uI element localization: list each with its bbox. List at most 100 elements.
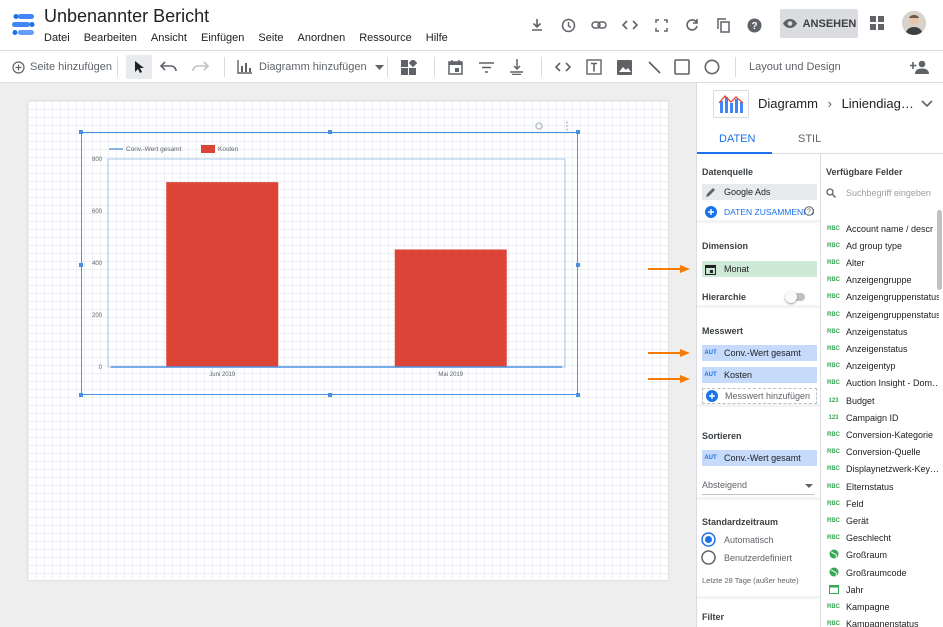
add-chart-button[interactable]: Diagramm hinzufügen — [237, 57, 384, 77]
line-button[interactable] — [648, 57, 661, 77]
breadcrumb-chart: Diagramm — [758, 96, 818, 111]
user-avatar[interactable] — [902, 11, 926, 35]
menu-resource[interactable]: Ressource — [359, 32, 412, 44]
field-list-item[interactable]: RBC Kampagne — [821, 598, 943, 615]
edit-pencil-icon[interactable] — [702, 184, 719, 200]
copy-icon[interactable] — [712, 14, 734, 36]
text-button[interactable] — [586, 57, 602, 77]
chart-settings-icon[interactable] — [534, 121, 544, 131]
dimension-chip[interactable]: Monat — [702, 261, 817, 277]
field-list-item[interactable]: RBC Anzeigengruppenstatus — [821, 306, 943, 323]
field-list-item[interactable]: 123 Budget — [821, 392, 943, 409]
community-visualizations-button[interactable] — [401, 57, 418, 77]
embed-code-icon[interactable] — [619, 14, 641, 36]
chart-type-name[interactable]: Liniendiag… — [842, 96, 914, 111]
metric-chip[interactable]: AUT Conv.-Wert gesamt — [702, 345, 817, 361]
sort-field-chip[interactable]: AUT Conv.-Wert gesamt — [702, 450, 817, 466]
field-list-item[interactable]: RBC Anzeigengruppe — [821, 272, 943, 289]
field-list-scrollbar[interactable] — [937, 210, 942, 290]
resize-handle[interactable] — [328, 130, 332, 134]
add-metric-button[interactable]: Messwert hinzufügen — [702, 388, 817, 404]
field-search[interactable]: Suchbegriff eingeben — [826, 184, 942, 202]
field-list-item[interactable]: 123 Campaign ID — [821, 409, 943, 426]
menu-file[interactable]: Datei — [44, 32, 70, 44]
resize-handle[interactable] — [328, 393, 332, 397]
circle-button[interactable] — [704, 57, 720, 77]
aggregation-badge: AUT — [704, 372, 717, 378]
fullscreen-icon[interactable] — [650, 14, 672, 36]
hierarchy-toggle[interactable] — [785, 291, 805, 303]
menu-page[interactable]: Seite — [258, 32, 283, 44]
resize-handle[interactable] — [576, 130, 580, 134]
resize-handle[interactable] — [576, 393, 580, 397]
chevron-down-icon[interactable] — [921, 100, 933, 108]
more-vert-icon[interactable] — [565, 121, 569, 131]
date-range-button[interactable] — [448, 57, 463, 77]
undo-button[interactable] — [160, 57, 178, 77]
menu-arrange[interactable]: Anordnen — [298, 32, 346, 44]
url-embed-button[interactable] — [555, 57, 571, 77]
field-search-input[interactable]: Suchbegriff eingeben — [846, 188, 931, 198]
redo-button[interactable] — [191, 57, 209, 77]
tab-style[interactable]: STIL — [798, 133, 821, 145]
report-title[interactable]: Unbenannter Bericht — [44, 6, 209, 27]
field-list-item[interactable]: RBC Anzeigenstatus — [821, 323, 943, 340]
help-icon[interactable]: ? — [743, 14, 765, 36]
menu-edit[interactable]: Bearbeiten — [84, 32, 137, 44]
menu-view[interactable]: Ansicht — [151, 32, 187, 44]
help-outline-icon[interactable]: ? — [804, 206, 814, 216]
field-list-item[interactable]: RBC Gerät — [821, 512, 943, 529]
download-icon[interactable] — [526, 14, 548, 36]
resize-handle[interactable] — [79, 130, 83, 134]
field-list-item[interactable]: RBC Anzeigentyp — [821, 358, 943, 375]
apps-grid-icon[interactable] — [870, 16, 884, 30]
resize-handle[interactable] — [576, 263, 580, 267]
datasource-chip[interactable]: Google Ads — [702, 184, 817, 200]
refresh-icon[interactable] — [681, 14, 703, 36]
data-control-button[interactable] — [510, 57, 523, 77]
layout-theme-button[interactable]: Layout und Design — [749, 57, 841, 77]
field-type-badge: RBC — [827, 380, 840, 387]
image-button[interactable] — [617, 57, 632, 77]
field-list-item[interactable]: RBC Elternstatus — [821, 478, 943, 495]
field-list-item[interactable]: Jahr — [821, 581, 943, 598]
field-list-item[interactable]: RBC Kampagnenstatus — [821, 616, 943, 627]
add-page-button[interactable]: Seite hinzufügen — [12, 57, 112, 77]
history-icon[interactable] — [557, 14, 579, 36]
field-list-item[interactable]: RBC Auction Insight - Dom… — [821, 375, 943, 392]
sort-order-select[interactable]: Absteigend — [702, 477, 814, 495]
field-list-item[interactable]: RBC Account name / descr — [821, 220, 943, 237]
resize-handle[interactable] — [79, 393, 83, 397]
field-list-item[interactable]: RBC Anzeigenstatus — [821, 340, 943, 357]
field-list-item[interactable]: RBC Displaynetzwerk-Key… — [821, 461, 943, 478]
radio-custom[interactable]: Benutzerdefiniert — [701, 550, 792, 565]
field-list-item[interactable]: RBC Conversion-Quelle — [821, 444, 943, 461]
view-button[interactable]: ANSEHEN — [780, 9, 858, 38]
field-list-item[interactable]: RBC Conversion-Kategorie — [821, 426, 943, 443]
field-list-item[interactable]: RBC Alter — [821, 254, 943, 271]
field-list-item[interactable]: Großraumcode — [821, 564, 943, 581]
radio-automatic[interactable]: Automatisch — [701, 532, 774, 547]
tab-data[interactable]: DATEN — [719, 133, 755, 145]
share-button[interactable] — [910, 57, 930, 77]
menu-insert[interactable]: Einfügen — [201, 32, 244, 44]
select-tool-button[interactable] — [126, 55, 152, 79]
toolbar: Seite hinzufügen Diagramm hinzufügen Lay… — [0, 50, 943, 83]
rectangle-button[interactable] — [674, 57, 690, 77]
field-list-item[interactable]: RBC Anzeigengruppenstatus — [821, 289, 943, 306]
field-list-item[interactable]: Großraum — [821, 547, 943, 564]
field-list-item[interactable]: RBC Feld — [821, 495, 943, 512]
metric-chip[interactable]: AUT Kosten — [702, 367, 817, 383]
report-page-canvas[interactable]: 800 600 400 200 0 Juni 2019 Mai 2019 Conv.-Wert… — [28, 101, 668, 580]
field-type-badge: RBC — [827, 517, 840, 524]
selected-chart[interactable]: 800 600 400 200 0 Juni 2019 Mai 2019 Conv.-Wert… — [79, 121, 580, 397]
blend-data-button[interactable]: DATEN ZUSAMMENFÜ ? — [702, 204, 817, 220]
search-icon — [826, 188, 836, 198]
resize-handle[interactable] — [79, 263, 83, 267]
chart-type-icon[interactable] — [713, 90, 749, 118]
field-list-item[interactable]: RBC Geschlecht — [821, 530, 943, 547]
filter-control-button[interactable] — [479, 57, 494, 77]
menu-help[interactable]: Hilfe — [426, 32, 448, 44]
link-icon[interactable] — [588, 14, 610, 36]
field-list-item[interactable]: RBC Ad group type — [821, 237, 943, 254]
